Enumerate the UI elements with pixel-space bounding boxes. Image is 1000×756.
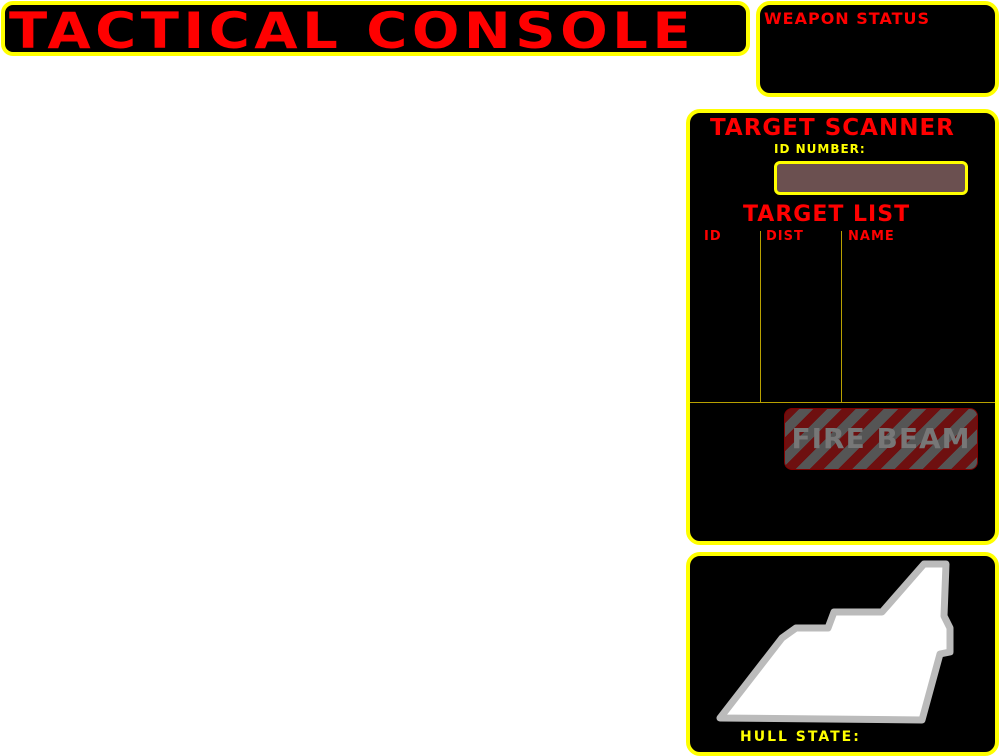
column-divider	[841, 231, 842, 403]
hull-state-label: HULL STATE:	[740, 729, 861, 745]
id-number-input[interactable]	[774, 161, 968, 195]
fire-beam-button[interactable]: FIRE BEAM	[784, 408, 978, 470]
weapon-status-title: WEAPON STATUS	[764, 9, 931, 28]
target-scanner-title: TARGET SCANNER	[710, 115, 955, 141]
title-bar: TACTICAL CONSOLE	[1, 1, 750, 60]
column-header-dist: DIST	[766, 229, 804, 244]
weapon-status-panel: WEAPON STATUS	[756, 1, 999, 97]
hull-state-panel: HULL STATE:	[686, 552, 999, 756]
ship-hull-icon	[716, 560, 954, 724]
app-title: TACTICAL CONSOLE	[9, 2, 696, 60]
target-scanner-panel: TARGET SCANNER ID NUMBER: TARGET LIST ID…	[686, 109, 999, 545]
target-list-bottom-divider	[690, 402, 995, 403]
id-number-label: ID NUMBER:	[774, 142, 866, 156]
column-header-name: NAME	[848, 229, 895, 244]
column-divider	[760, 231, 761, 403]
target-list-title: TARGET LIST	[743, 202, 911, 227]
column-header-id: ID	[704, 229, 722, 244]
